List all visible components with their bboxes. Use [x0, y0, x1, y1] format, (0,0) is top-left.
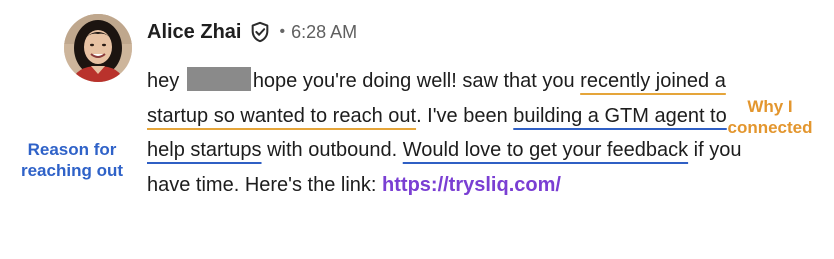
highlight-reason-feedback: Would love to get your feedback — [402, 139, 689, 161]
message-timestamp: 6:28 AM — [291, 21, 358, 42]
message-link[interactable]: https://trysliq.com/ — [382, 174, 561, 196]
message-text-outbound: with outbound. — [261, 139, 403, 161]
avatar[interactable] — [64, 14, 132, 82]
annotation-why-connected: Why I connected — [727, 97, 813, 137]
message-text-transition: . I've been — [416, 104, 514, 127]
message-header: Alice Zhai • 6:28 AM — [147, 16, 357, 48]
message-body: hey hope you're doing well! saw that you… — [147, 64, 757, 202]
annotation-reason-for-reaching-out: Reason for reaching out — [20, 140, 123, 180]
message-text-intro: hope you're doing well! saw that you — [252, 70, 581, 92]
message-text-greeting: hey — [147, 70, 185, 92]
sender-name[interactable]: Alice Zhai — [147, 21, 241, 44]
separator-dot: • — [279, 23, 286, 40]
redacted-name-block — [186, 67, 251, 91]
verified-shield-icon[interactable] — [249, 21, 271, 43]
